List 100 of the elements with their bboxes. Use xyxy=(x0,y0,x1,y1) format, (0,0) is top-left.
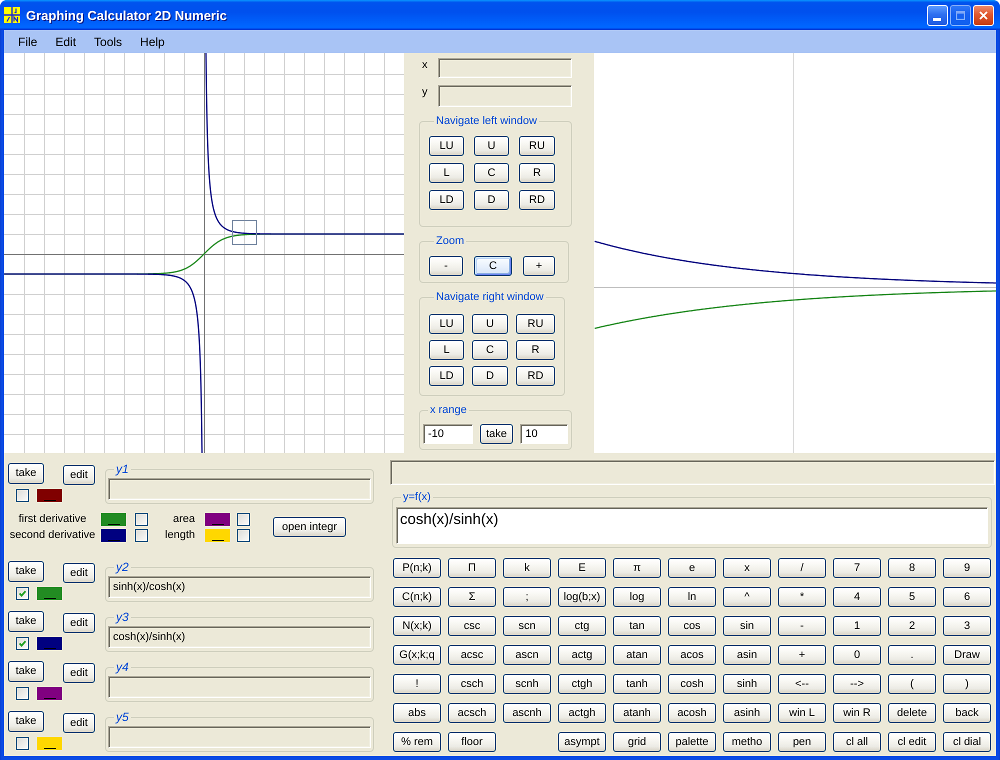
navigation-button[interactable]: C xyxy=(472,340,508,360)
key-button[interactable]: 8 xyxy=(888,558,936,578)
key-button[interactable]: abs xyxy=(393,703,441,723)
key-button[interactable]: sinh xyxy=(723,674,771,694)
key-button[interactable]: x xyxy=(723,558,771,578)
key-button[interactable]: + xyxy=(778,645,826,665)
y-coordinate-field[interactable] xyxy=(438,85,572,107)
key-button[interactable]: ( xyxy=(888,674,936,694)
checkbox[interactable] xyxy=(237,528,250,542)
key-button[interactable]: cl edit xyxy=(888,732,936,752)
navigation-button[interactable]: D xyxy=(474,190,509,210)
edit-button[interactable]: edit xyxy=(63,563,95,583)
key-button[interactable]: 2 xyxy=(888,616,936,636)
function-field[interactable]: sinh(x)/cosh(x) xyxy=(108,576,371,598)
key-button[interactable]: ^ xyxy=(723,587,771,607)
key-button[interactable]: Draw xyxy=(943,645,991,665)
navigation-button[interactable]: RD xyxy=(516,366,555,386)
key-button[interactable]: - xyxy=(778,616,826,636)
key-button[interactable]: % rem xyxy=(393,732,441,752)
take-button[interactable]: take xyxy=(8,711,44,732)
key-button[interactable]: log(b;x) xyxy=(558,587,606,607)
swatch-icon[interactable] xyxy=(101,528,126,542)
key-button[interactable]: k xyxy=(503,558,551,578)
edit-button[interactable]: edit xyxy=(63,465,95,485)
key-button[interactable]: grid xyxy=(613,732,661,752)
key-button[interactable]: win L xyxy=(778,703,826,723)
navigation-button[interactable]: RD xyxy=(519,190,555,210)
key-button[interactable]: 6 xyxy=(943,587,991,607)
navigation-button[interactable]: LU xyxy=(429,314,464,334)
key-button[interactable]: --> xyxy=(833,674,881,694)
range-start-field[interactable]: -10 xyxy=(423,424,473,444)
swatch-icon[interactable] xyxy=(37,737,62,750)
checkbox[interactable] xyxy=(16,737,29,750)
key-button[interactable]: asinh xyxy=(723,703,771,723)
key-button[interactable]: acsc xyxy=(448,645,496,665)
key-button[interactable]: ascn xyxy=(503,645,551,665)
function-field[interactable] xyxy=(108,726,371,748)
range-end-field[interactable]: 10 xyxy=(520,424,568,444)
navigation-button[interactable]: LD xyxy=(429,190,464,210)
key-button[interactable]: π xyxy=(613,558,661,578)
key-button[interactable]: N(x;k) xyxy=(393,616,441,636)
key-button[interactable]: . xyxy=(888,645,936,665)
key-button[interactable]: cos xyxy=(668,616,716,636)
function-field[interactable]: cosh(x)/sinh(x) xyxy=(108,626,371,648)
zoom-button[interactable]: C xyxy=(474,256,512,276)
navigation-button[interactable]: R xyxy=(519,163,555,183)
key-button[interactable]: <-- xyxy=(778,674,826,694)
key-button[interactable]: acsch xyxy=(448,703,496,723)
navigation-button[interactable]: L xyxy=(429,163,464,183)
key-button[interactable]: ! xyxy=(393,674,441,694)
key-button[interactable]: ; xyxy=(503,587,551,607)
swatch-icon[interactable] xyxy=(101,512,126,526)
edit-button[interactable]: edit xyxy=(63,713,95,733)
key-button[interactable]: palette xyxy=(668,732,716,752)
navigation-button[interactable]: RU xyxy=(519,136,555,156)
function-field[interactable] xyxy=(108,676,371,698)
key-button[interactable]: csc xyxy=(448,616,496,636)
edit-button[interactable]: edit xyxy=(63,613,95,633)
key-button[interactable]: * xyxy=(778,587,826,607)
key-button[interactable]: atanh xyxy=(613,703,661,723)
take-button[interactable]: take xyxy=(8,561,44,582)
menu-item[interactable]: Edit xyxy=(46,32,86,50)
navigation-button[interactable]: C xyxy=(474,163,509,183)
key-button[interactable]: 3 xyxy=(943,616,991,636)
key-button[interactable]: scn xyxy=(503,616,551,636)
checkbox[interactable] xyxy=(135,528,148,542)
menu-item[interactable]: Help xyxy=(131,32,174,50)
take-button[interactable]: take xyxy=(480,424,514,444)
navigation-button[interactable]: U xyxy=(472,314,508,334)
function-field[interactable] xyxy=(108,478,371,500)
key-button[interactable]: 0 xyxy=(833,645,881,665)
key-button[interactable]: acos xyxy=(668,645,716,665)
key-button[interactable]: asin xyxy=(723,645,771,665)
take-button[interactable]: take xyxy=(8,661,44,682)
key-button[interactable]: ctgh xyxy=(558,674,606,694)
checkbox[interactable] xyxy=(135,512,148,526)
key-button[interactable]: actgh xyxy=(558,703,606,723)
key-button[interactable]: cl all xyxy=(833,732,881,752)
key-button[interactable]: metho xyxy=(723,732,771,752)
result-field[interactable] xyxy=(390,460,995,485)
key-button[interactable]: sin xyxy=(723,616,771,636)
key-button[interactable]: ) xyxy=(943,674,991,694)
swatch-icon[interactable] xyxy=(37,587,62,600)
key-button[interactable]: C(n;k) xyxy=(393,587,441,607)
key-button[interactable]: E xyxy=(558,558,606,578)
key-button[interactable]: 5 xyxy=(888,587,936,607)
navigation-button[interactable]: LD xyxy=(429,366,464,386)
key-button[interactable]: win R xyxy=(833,703,881,723)
key-button[interactable]: / xyxy=(778,558,826,578)
key-button[interactable]: tanh xyxy=(613,674,661,694)
key-button[interactable]: Σ xyxy=(448,587,496,607)
checkbox[interactable] xyxy=(16,687,29,700)
take-button[interactable]: take xyxy=(8,463,44,484)
checkbox[interactable] xyxy=(16,637,29,650)
key-button[interactable]: P(n;k) xyxy=(393,558,441,578)
key-button[interactable]: log xyxy=(613,587,661,607)
zoom-button[interactable]: - xyxy=(429,256,463,276)
close-button[interactable] xyxy=(973,4,994,26)
key-button[interactable]: e xyxy=(668,558,716,578)
key-button[interactable]: Π xyxy=(448,558,496,578)
